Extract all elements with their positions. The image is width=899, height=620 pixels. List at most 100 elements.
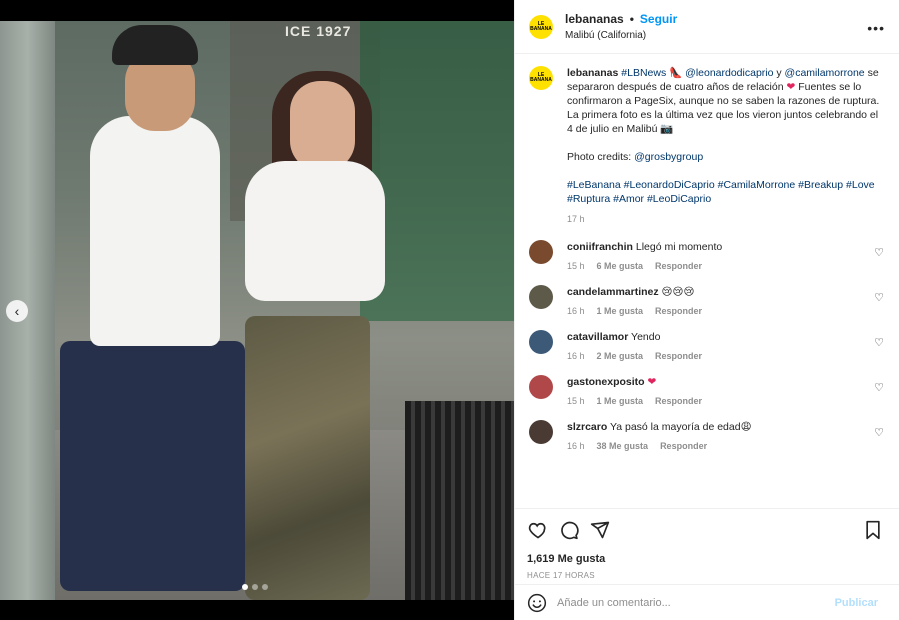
comment-username[interactable]: slzrcaro	[567, 421, 607, 433]
mention-camila[interactable]: @camilamorrone	[785, 67, 865, 79]
comment-likes[interactable]: 1 Me gusta	[597, 396, 644, 406]
reply-button[interactable]: Responder	[655, 351, 702, 361]
more-options-icon[interactable]: •••	[867, 20, 885, 36]
header-names: lebananas • Seguir Malibú (California)	[565, 12, 677, 41]
chevron-left-icon: ‹	[14, 303, 20, 319]
comment-text: Ya pasó la mayoría de edad😩	[610, 421, 752, 433]
reply-button[interactable]: Responder	[660, 441, 707, 451]
comment-icon[interactable]	[558, 519, 580, 541]
comment-item: catavillamor Yendo 16 h 2 Me gusta Respond…	[529, 330, 886, 361]
camera-emoji: 📷	[660, 123, 674, 135]
caption-username[interactable]: lebananas	[567, 67, 618, 79]
comment-text: Yendo	[631, 331, 661, 343]
post-comment-button[interactable]: Publicar	[835, 597, 878, 609]
caption-hashtags[interactable]: #LeBanana #LeonardoDiCaprio #CamilaMorro…	[567, 178, 885, 206]
photo-man-shirt	[90, 116, 220, 346]
like-comment-icon[interactable]: ♡	[874, 291, 884, 304]
comment-body: candelammartinez 😢😢😢 16 h 1 Me gusta Respo…	[567, 285, 867, 316]
mention-grosbygroup[interactable]: @grosbygroup	[634, 151, 703, 163]
caption-avatar[interactable]: LE BANANA	[529, 66, 553, 90]
comment-avatar[interactable]	[529, 330, 553, 354]
comment-avatar[interactable]	[529, 420, 553, 444]
avatar-text: LE BANANA	[530, 20, 552, 32]
comment-text: 😢😢😢	[661, 286, 695, 298]
comment-item: coniifranchin Llegó mi momento 15 h 6 Me …	[529, 240, 886, 271]
photo-man-cap	[112, 25, 198, 65]
caption-text: lebananas #LBNews 👠 @leonardodicaprio y …	[567, 66, 885, 226]
caption-avatar-text: LE BANANA	[530, 72, 552, 83]
photo-store-sign: ICE 1927	[285, 23, 352, 39]
comment-username[interactable]: candelammartinez	[567, 286, 659, 298]
comment-item: gastonexposito ❤ 15 h 1 Me gusta Responder…	[529, 375, 886, 406]
comment-body: slzrcaro Ya pasó la mayoría de edad😩 16 …	[567, 420, 867, 451]
comment-input[interactable]	[557, 596, 817, 609]
comment-line: coniifranchin Llegó mi momento	[567, 240, 867, 254]
comment-time: 16 h	[567, 306, 585, 316]
comment-time: 16 h	[567, 441, 585, 451]
comment-line: candelammartinez 😢😢😢	[567, 285, 867, 299]
reply-button[interactable]: Responder	[655, 396, 702, 406]
comment-text: ❤	[647, 376, 657, 388]
credits-label: Photo credits:	[567, 151, 635, 163]
comment-likes[interactable]: 2 Me gusta	[597, 351, 644, 361]
follow-button[interactable]: Seguir	[640, 12, 677, 26]
post-header: LE BANANA lebananas • Seguir Malibú (Cal…	[515, 0, 899, 54]
mention-leonardo[interactable]: @leonardodicaprio	[685, 67, 773, 79]
comment-line: catavillamor Yendo	[567, 330, 867, 344]
comments-section[interactable]: LE BANANA lebananas #LBNews 👠 @leonardod…	[515, 54, 899, 508]
photo-woman-shirt	[245, 161, 385, 301]
carousel-dot	[262, 584, 268, 590]
reply-button[interactable]: Responder	[655, 306, 702, 316]
caption-body: lebananas #LBNews 👠 @leonardodicaprio y …	[567, 66, 885, 136]
post-side-panel: LE BANANA lebananas • Seguir Malibú (Cal…	[514, 0, 899, 620]
comment-likes[interactable]: 1 Me gusta	[597, 306, 644, 316]
reply-button[interactable]: Responder	[655, 261, 702, 271]
share-icon[interactable]	[589, 519, 611, 541]
post-photo[interactable]: ICE 1927	[0, 21, 514, 600]
carousel-dots	[242, 584, 268, 590]
comment-meta: 15 h 1 Me gusta Responder	[567, 396, 867, 406]
hashtag-lbnews[interactable]: #LBNews	[621, 67, 666, 79]
comment-avatar[interactable]	[529, 375, 553, 399]
comment-avatar[interactable]	[529, 240, 553, 264]
comment-username[interactable]: gastonexposito	[567, 376, 645, 388]
emoji-icon[interactable]	[527, 593, 547, 613]
comment-avatar[interactable]	[529, 285, 553, 309]
like-comment-icon[interactable]: ♡	[874, 246, 884, 259]
bookmark-icon[interactable]	[862, 519, 884, 541]
comment-line: gastonexposito ❤	[567, 375, 867, 389]
comment-body: catavillamor Yendo 16 h 2 Me gusta Respond…	[567, 330, 867, 361]
shoe-emoji: 👠	[669, 67, 683, 79]
comment-time: 15 h	[567, 396, 585, 406]
caption: LE BANANA lebananas #LBNews 👠 @leonardod…	[529, 66, 886, 226]
header-row: lebananas • Seguir	[565, 12, 677, 26]
photo-woman-pants	[245, 316, 370, 600]
comment-meta: 16 h 2 Me gusta Responder	[567, 351, 867, 361]
header-location[interactable]: Malibú (California)	[565, 30, 677, 41]
comment-username[interactable]: catavillamor	[567, 331, 628, 343]
caption-time: 17 h	[567, 214, 585, 224]
comment-likes[interactable]: 38 Me gusta	[597, 441, 649, 451]
comment-time: 16 h	[567, 351, 585, 361]
photo-woman-head	[290, 81, 355, 171]
comment-username[interactable]: coniifranchin	[567, 241, 633, 253]
add-comment-bar: Publicar	[515, 584, 899, 620]
like-comment-icon[interactable]: ♡	[874, 426, 884, 439]
like-icon[interactable]	[527, 519, 549, 541]
likes-count[interactable]: 1,619 Me gusta	[527, 553, 888, 565]
photo-man-pants	[60, 341, 245, 591]
caption-credits: Photo credits: @grosbygroup	[567, 150, 885, 164]
avatar[interactable]: LE BANANA	[529, 14, 553, 39]
carousel-prev-button[interactable]: ‹	[6, 300, 28, 322]
comment-body: coniifranchin Llegó mi momento 15 h 6 Me …	[567, 240, 867, 271]
comment-time: 15 h	[567, 261, 585, 271]
header-username[interactable]: lebananas	[565, 12, 624, 26]
caption-conj: y	[773, 67, 785, 79]
comment-likes[interactable]: 6 Me gusta	[597, 261, 644, 271]
comment-body: gastonexposito ❤ 15 h 1 Me gusta Responder	[567, 375, 867, 406]
like-comment-icon[interactable]: ♡	[874, 336, 884, 349]
comment-item: candelammartinez 😢😢😢 16 h 1 Me gusta Respo…	[529, 285, 886, 316]
action-icons	[527, 519, 888, 541]
like-comment-icon[interactable]: ♡	[874, 381, 884, 394]
comment-meta: 16 h 38 Me gusta Responder	[567, 441, 867, 451]
